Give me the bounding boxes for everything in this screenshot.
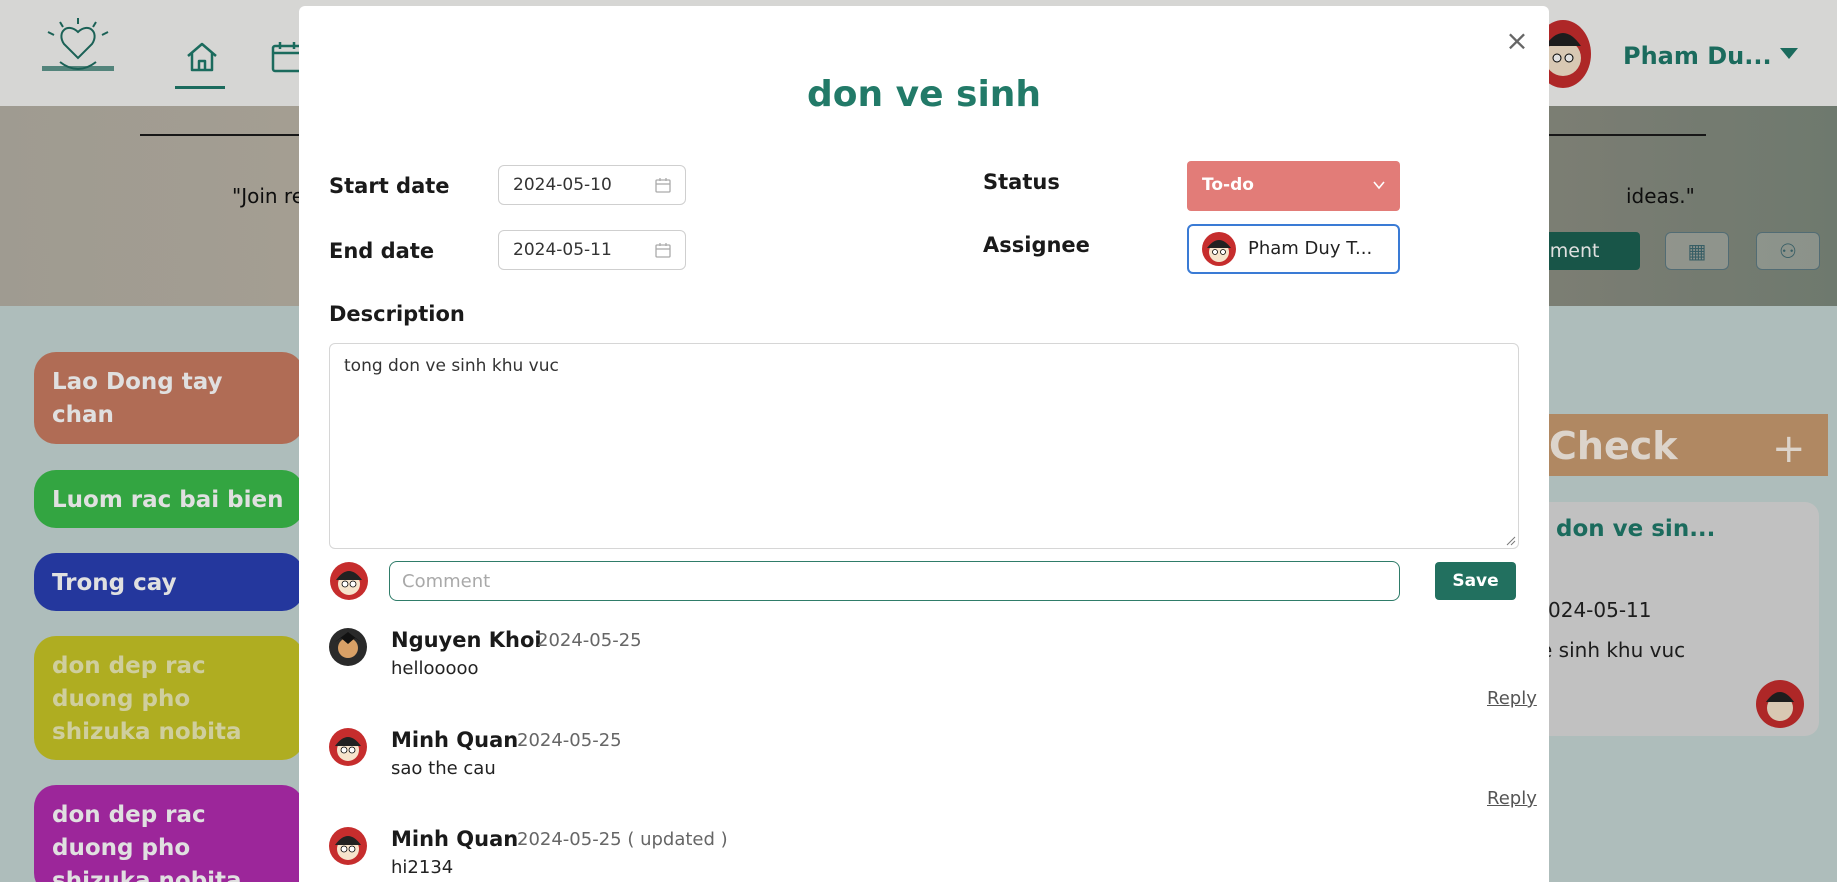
close-icon[interactable]: ×	[1505, 27, 1529, 55]
comment-date: 2024-05-25 ( updated )	[517, 829, 728, 850]
comment-date: 2024-05-25	[517, 730, 622, 751]
description-label: Description	[329, 302, 465, 326]
avatar	[329, 628, 367, 666]
comment-author: Nguyen Khoi	[391, 628, 542, 652]
comment-input[interactable]	[389, 561, 1400, 601]
comment-author: Minh Quan	[391, 827, 519, 851]
avatar	[329, 827, 367, 865]
task-title: don ve sinh	[806, 74, 1042, 115]
avatar	[329, 728, 367, 766]
status-label: Status	[983, 170, 1060, 194]
end-date-value: 2024-05-11	[513, 240, 612, 260]
assignee-label: Assignee	[983, 233, 1090, 257]
status-select[interactable]: To-do	[1187, 161, 1400, 211]
start-date-value: 2024-05-10	[513, 175, 612, 195]
resize-handle-icon[interactable]	[1506, 536, 1516, 546]
reply-link[interactable]: Reply	[1487, 688, 1537, 709]
comment-text: hellooooo	[391, 658, 479, 679]
chevron-down-icon	[1373, 181, 1385, 190]
save-button[interactable]: Save	[1435, 562, 1516, 600]
calendar-icon[interactable]	[655, 177, 671, 193]
comment-text: hi2134	[391, 857, 454, 878]
reply-link[interactable]: Reply	[1487, 788, 1537, 809]
description-textarea[interactable]: tong don ve sinh khu vuc	[329, 343, 1519, 549]
task-detail-modal: × don ve sinh Start date 2024-05-10 End …	[299, 6, 1549, 882]
assignee-name: Pham Duy T...	[1248, 238, 1373, 259]
calendar-icon[interactable]	[655, 242, 671, 258]
end-date-field[interactable]: 2024-05-11	[498, 230, 686, 270]
start-date-label: Start date	[329, 174, 450, 198]
assignee-select[interactable]: Pham Duy T...	[1187, 224, 1400, 274]
status-value: To-do	[1202, 175, 1254, 195]
comment-author: Minh Quan	[391, 728, 519, 752]
assignee-avatar	[1202, 232, 1236, 266]
comment-text: sao the cau	[391, 758, 496, 779]
comment-date: 2024-05-25	[537, 630, 642, 651]
current-user-avatar	[330, 562, 368, 600]
end-date-label: End date	[329, 239, 435, 263]
start-date-field[interactable]: 2024-05-10	[498, 165, 686, 205]
